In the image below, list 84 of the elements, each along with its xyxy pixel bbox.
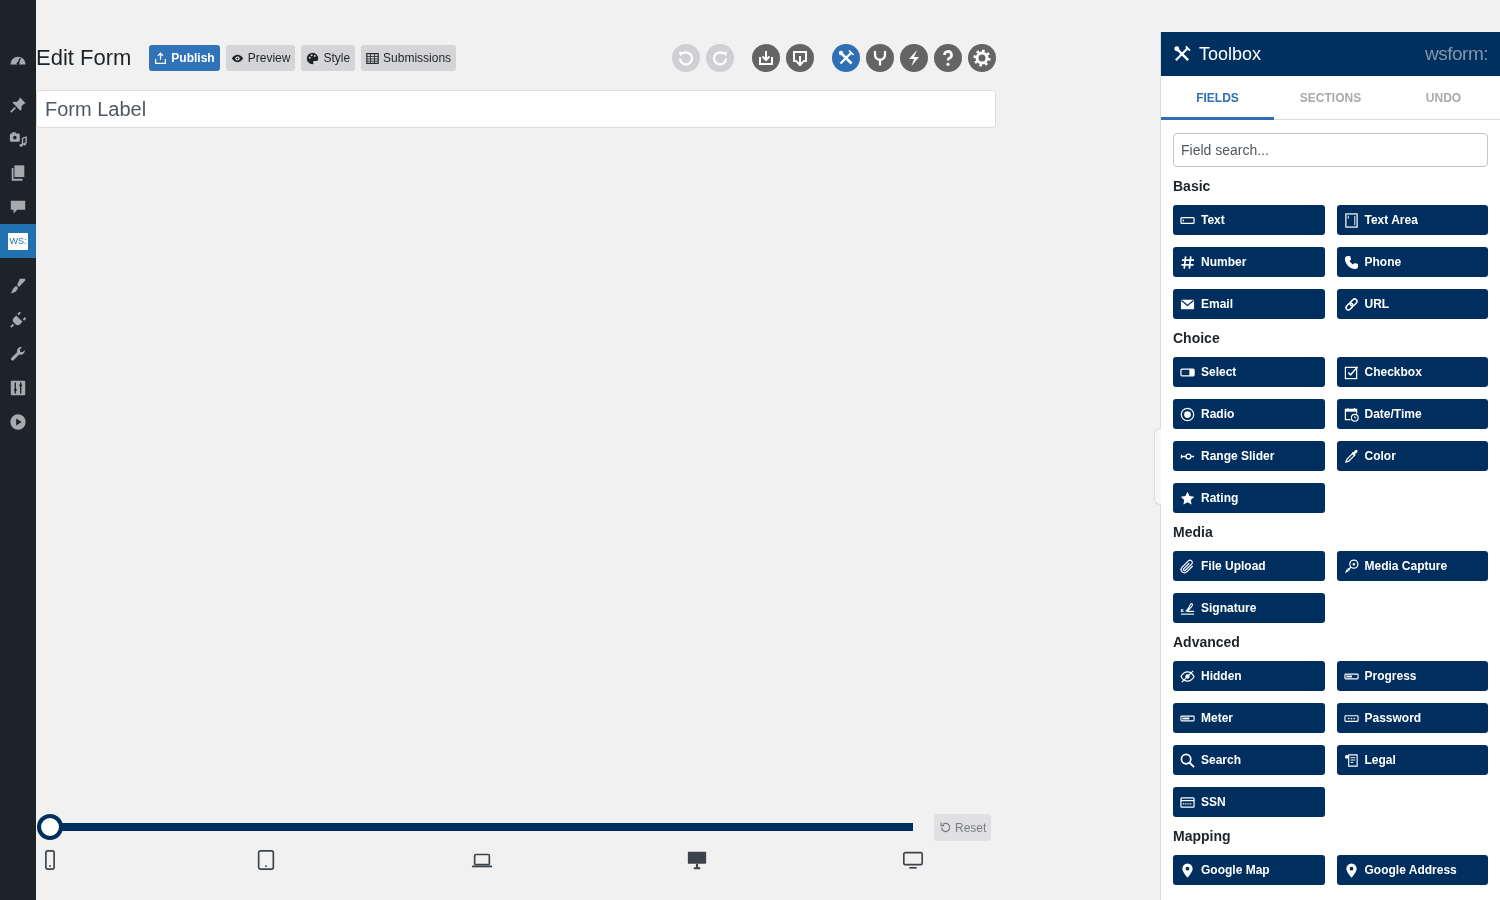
field-button[interactable]: Select — [1173, 357, 1325, 387]
eye-slash-icon — [1180, 668, 1195, 684]
reset-icon — [939, 821, 952, 834]
field-button[interactable]: Color — [1336, 441, 1488, 471]
field-button[interactable]: Phone — [1336, 247, 1488, 277]
field-button[interactable]: Radio — [1173, 399, 1325, 429]
plug-icon[interactable] — [9, 311, 27, 329]
search-icon — [1180, 752, 1195, 768]
checkbox-icon — [1343, 364, 1359, 380]
form-label-field[interactable]: Form Label — [36, 90, 996, 128]
radio-icon — [1180, 406, 1195, 422]
field-button[interactable]: Meter — [1173, 703, 1325, 733]
field-button[interactable]: Email — [1173, 289, 1325, 319]
brush-icon[interactable] — [9, 277, 27, 295]
field-button[interactable]: Range Slider — [1173, 441, 1325, 471]
sliders-icon[interactable] — [9, 379, 27, 397]
tools-icon[interactable] — [832, 44, 860, 72]
fork-icon[interactable] — [866, 44, 894, 72]
field-button[interactable]: Password — [1336, 703, 1488, 733]
document-icon — [1343, 752, 1359, 768]
field-button[interactable]: Hidden — [1173, 661, 1325, 691]
field-button[interactable]: Search — [1173, 745, 1325, 775]
field-button[interactable]: SSN — [1173, 787, 1325, 817]
map-pin-icon — [1180, 862, 1195, 878]
eyedropper-icon — [1343, 448, 1359, 464]
pushpin-icon[interactable] — [9, 96, 27, 114]
help-icon[interactable] — [934, 44, 962, 72]
lightning-icon[interactable] — [900, 44, 928, 72]
panel-title: Toolbox — [1199, 42, 1262, 66]
field-button[interactable]: Date/Time — [1336, 399, 1488, 429]
field-button[interactable]: Text Area — [1336, 205, 1488, 235]
style-button[interactable]: Style — [301, 45, 356, 71]
camera-music-icon[interactable] — [9, 130, 27, 148]
sidebar-item[interactable]: WS: — [0, 224, 36, 258]
tools-icon — [1173, 45, 1191, 63]
id-card-icon — [1180, 794, 1195, 810]
section-heading: Media — [1173, 523, 1213, 541]
upload-icon — [154, 51, 168, 65]
field-button[interactable]: Text — [1173, 205, 1325, 235]
field-button[interactable]: Number — [1173, 247, 1325, 277]
monitor-icon[interactable] — [902, 849, 924, 871]
desktop-icon[interactable] — [686, 849, 709, 871]
section-heading: Advanced — [1173, 633, 1240, 651]
logo: WS: — [8, 232, 28, 250]
palette-icon — [306, 51, 320, 65]
field-button[interactable]: Progress — [1336, 661, 1488, 691]
speech-bubble-icon[interactable] — [9, 198, 27, 216]
map-pin-icon — [1343, 862, 1359, 878]
signature-icon — [1180, 600, 1195, 616]
textarea-icon — [1343, 212, 1359, 228]
section-heading: Choice — [1173, 329, 1220, 347]
play-circle-icon[interactable] — [9, 413, 27, 431]
settings-icon[interactable] — [968, 44, 996, 72]
search-field[interactable]: Field search... — [1173, 133, 1488, 167]
field-button[interactable]: Media Capture — [1336, 551, 1488, 581]
field-button[interactable]: Checkbox — [1336, 357, 1488, 387]
box-arrow-down-icon[interactable] — [786, 44, 814, 72]
field-button[interactable]: Legal — [1336, 745, 1488, 775]
slider-thumb[interactable] — [37, 814, 63, 840]
table-icon — [366, 51, 380, 65]
publish-button[interactable]: Publish — [149, 45, 220, 71]
page-title: Edit Form — [36, 47, 132, 69]
hash-icon — [1180, 254, 1195, 270]
paperclip-icon — [1180, 558, 1195, 574]
link-icon — [1343, 296, 1359, 312]
microphone-icon — [1343, 558, 1359, 574]
field-button[interactable]: Google Address — [1336, 855, 1488, 885]
calendar-clock-icon — [1343, 406, 1359, 422]
tab[interactable]: FIELDS — [1161, 76, 1274, 120]
phone-icon — [1343, 254, 1359, 270]
field-button[interactable]: File Upload — [1173, 551, 1325, 581]
wrench-icon[interactable] — [9, 345, 27, 363]
field-button[interactable]: Signature — [1173, 593, 1325, 623]
field-button[interactable]: URL — [1336, 289, 1488, 319]
pages-icon[interactable] — [9, 164, 27, 182]
preview-button[interactable]: Preview — [225, 45, 296, 71]
section-heading: Basic — [1173, 177, 1211, 195]
submissions-button[interactable]: Submissions — [361, 45, 457, 71]
field-button[interactable]: Google Map — [1173, 855, 1325, 885]
field-button[interactable]: Rating — [1173, 483, 1325, 513]
star-icon — [1180, 490, 1195, 506]
resize-handle[interactable] — [1154, 428, 1161, 505]
logo: wsform: — [1425, 41, 1488, 66]
section-heading: Mapping — [1173, 827, 1231, 845]
